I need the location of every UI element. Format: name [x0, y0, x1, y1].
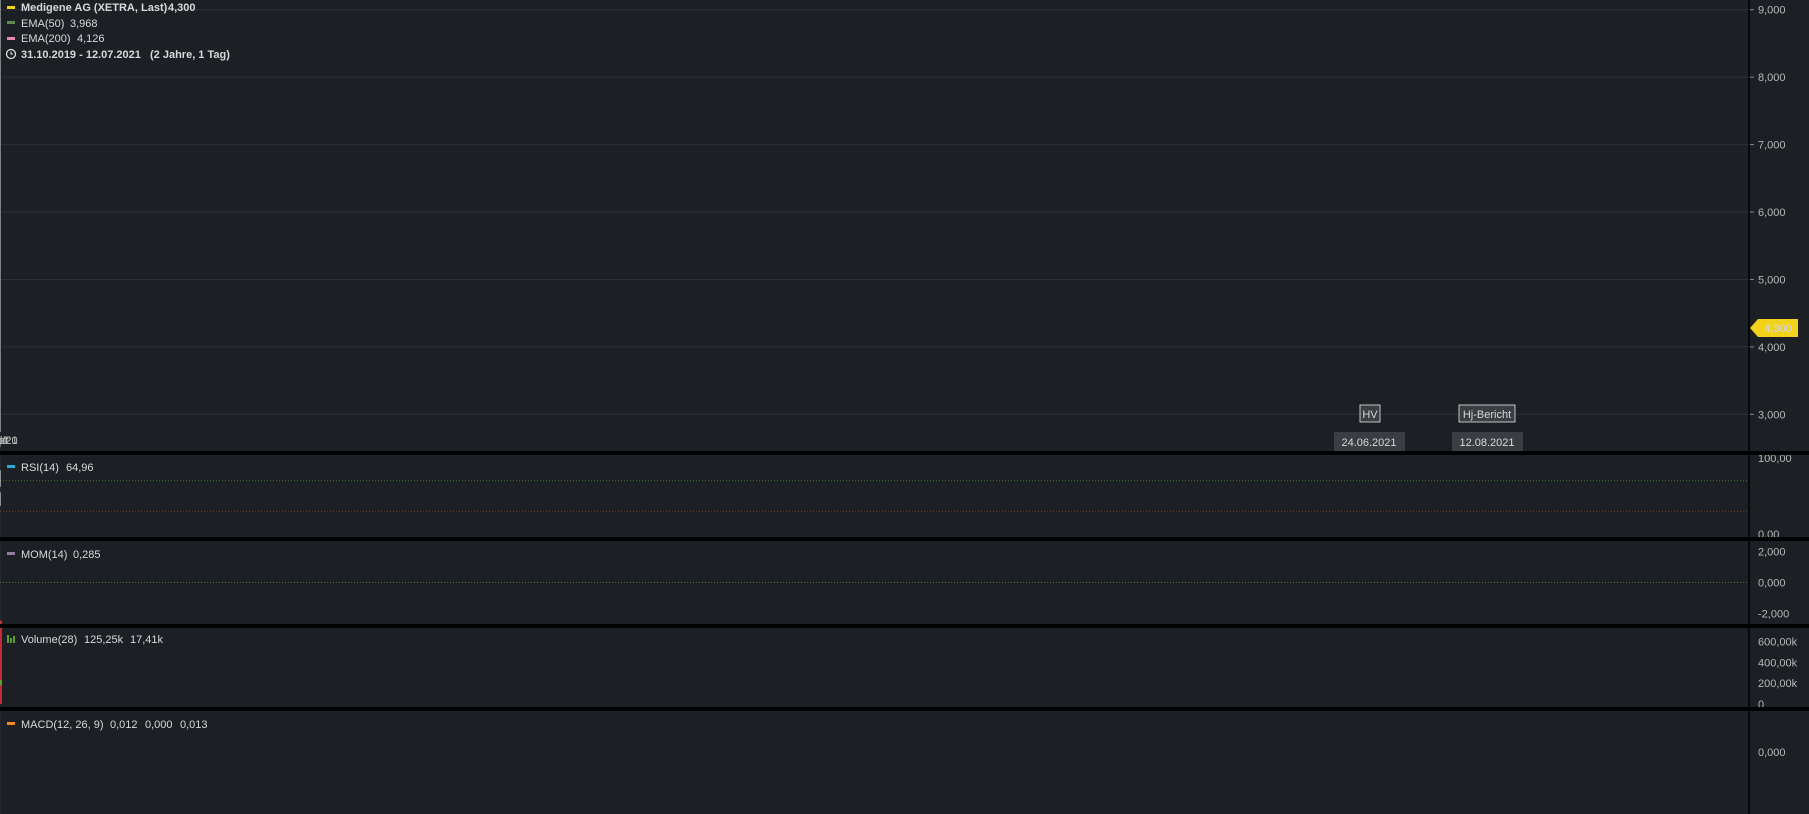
volume-y-tick-label: 200,00k [1758, 678, 1798, 690]
volume-y-tick-label: 400,00k [1758, 657, 1798, 669]
ema50-legend-label: EMA(50) [21, 18, 64, 30]
mom-y-tick-label: 2,000 [1758, 547, 1786, 559]
mom-legend-swatch [7, 552, 15, 555]
macd-legend-signal: 0,000 [145, 719, 173, 731]
volume-legend-label: Volume(28) [21, 634, 77, 646]
macd-legend-label: MACD(12, 26, 9) [21, 719, 104, 731]
event-hj-date: 12.08.2021 [1459, 437, 1514, 449]
y-tick-label: 8,000 [1758, 72, 1786, 84]
stock-chart: Jan '20AprJulOktJan '21Apr3,0004,0005,00… [0, 0, 1809, 814]
mom-legend: MOM(14) 0,285 [7, 549, 101, 561]
mom-y-tick-label: 0,000 [1758, 578, 1786, 590]
separator-rsi-mom [0, 537, 1809, 541]
separator-mom-volume [0, 624, 1809, 628]
separator-price-rsi [0, 451, 1809, 455]
y-tick-label: 7,000 [1758, 140, 1786, 152]
mom-legend-value: 0,285 [73, 549, 101, 561]
price-legend-swatch [7, 6, 15, 9]
macd-legend-swatch [7, 722, 15, 725]
event-hv-tag: HV [1362, 409, 1378, 421]
price-legend-value: 4,300 [168, 2, 196, 14]
volume-y-tick-label: 600,00k [1758, 636, 1798, 648]
bars-icon-2 [10, 638, 12, 643]
series-layer [0, 620, 2, 704]
ema200-legend-label: EMA(200) [21, 33, 71, 45]
ema50-legend-value: 3,968 [70, 18, 98, 30]
chart-background [0, 0, 1809, 814]
volume-bar [0, 690, 2, 704]
volume-legend-value: 125,25k [84, 634, 124, 646]
separator-volume-macd [0, 707, 1809, 711]
event-hj-tag: Hj-Bericht [1463, 409, 1511, 421]
y-tick-label: 3,000 [1758, 409, 1786, 421]
range-span: (2 Jahre, 1 Tag) [150, 49, 230, 61]
mom-y-tick-label: -2,000 [1758, 608, 1789, 620]
macd-legend-value: 0,012 [110, 719, 138, 731]
event-hv-date: 24.06.2021 [1341, 437, 1396, 449]
rsi-legend-label: RSI(14) [21, 462, 59, 474]
ema200-legend-value: 4,126 [77, 33, 105, 45]
range-dates: 31.10.2019 - 12.07.2021 [21, 49, 141, 61]
ema200-legend-swatch [7, 37, 15, 40]
y-tick-label: 5,000 [1758, 274, 1786, 286]
y-tick-label: 4,000 [1758, 342, 1786, 354]
volume-legend: Volume(28) 125,25k 17,41k [7, 634, 164, 646]
macd-y-tick-label: 0,000 [1758, 747, 1786, 759]
y-tick-label: 6,000 [1758, 207, 1786, 219]
ema50-legend-swatch [7, 21, 15, 24]
y-tick-label: 9,000 [1758, 5, 1786, 17]
mom-legend-label: MOM(14) [21, 549, 67, 561]
rsi-legend-swatch [7, 465, 15, 468]
rsi-legend-value: 64,96 [66, 462, 94, 474]
x-tick-label: Apr [0, 435, 9, 447]
last-price-marker: 4,300 [1750, 319, 1798, 337]
last-price-value: 4,300 [1764, 323, 1792, 335]
bars-icon [7, 635, 9, 643]
macd-legend-hist: 0,013 [180, 719, 208, 731]
price-legend-label: Medigene AG (XETRA, Last) [21, 2, 168, 14]
bars-icon-3 [13, 636, 15, 643]
volume-legend-average: 17,41k [130, 634, 164, 646]
